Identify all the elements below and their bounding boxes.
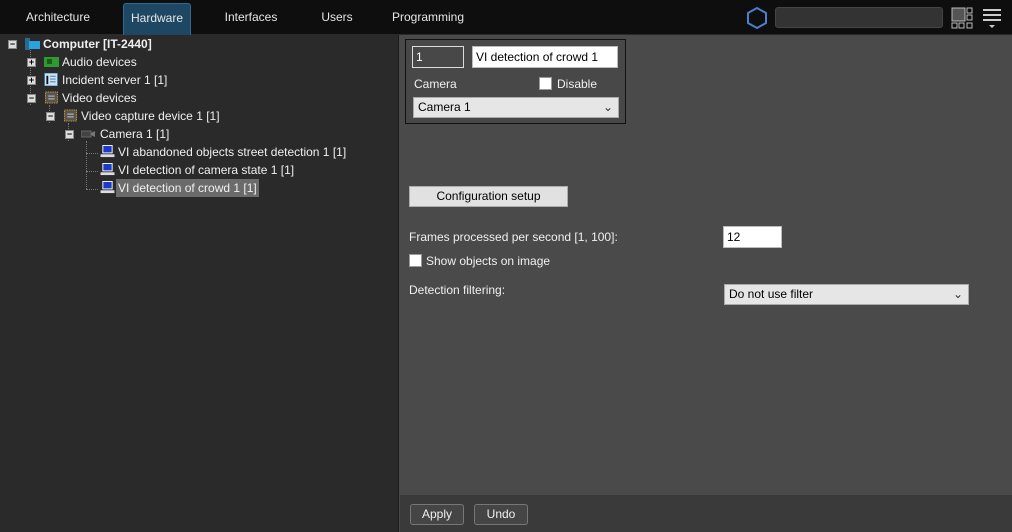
menu-icon[interactable] bbox=[982, 8, 1002, 30]
show-objects-checkbox[interactable] bbox=[409, 254, 422, 267]
tree-item-camera[interactable]: − Camera 1 [1] bbox=[0, 125, 399, 143]
configuration-setup-button[interactable]: Configuration setup bbox=[409, 186, 568, 207]
monitor-icon bbox=[100, 145, 115, 158]
top-nav: Architecture Hardware Interfaces Users P… bbox=[0, 0, 1012, 35]
camera-select[interactable]: Camera 1 ⌄ bbox=[413, 97, 619, 118]
hardware-tree-panel: − Computer [IT-2440] + Audio devices + I… bbox=[0, 35, 399, 532]
detection-filtering-label: Detection filtering: bbox=[409, 283, 506, 297]
expand-toggle[interactable]: + bbox=[27, 58, 36, 67]
tree-item-label: VI detection of camera state 1 [1] bbox=[118, 163, 295, 177]
object-header-panel: Camera Disable Camera 1 ⌄ bbox=[405, 39, 626, 124]
tab-users[interactable]: Users bbox=[310, 3, 364, 35]
disable-checkbox[interactable] bbox=[539, 77, 552, 90]
tree-item-incident-server[interactable]: + Incident server 1 [1] bbox=[0, 71, 399, 89]
tree-item-camera-state[interactable]: VI detection of camera state 1 [1] bbox=[0, 161, 399, 179]
tree-item-label-selected: VI detection of crowd 1 [1] bbox=[116, 179, 259, 197]
search-input[interactable] bbox=[775, 7, 943, 28]
show-objects-label: Show objects on image bbox=[426, 254, 551, 268]
chevron-down-icon: ⌄ bbox=[952, 287, 963, 301]
tree-item-label: Video devices bbox=[62, 91, 137, 105]
collapse-toggle[interactable]: − bbox=[65, 130, 74, 139]
chip-icon bbox=[64, 109, 77, 122]
tree-item-computer[interactable]: − Computer [IT-2440] bbox=[0, 35, 399, 53]
expand-toggle[interactable]: + bbox=[27, 76, 36, 85]
audio-card-icon bbox=[44, 57, 59, 67]
camera-select-value: Camera 1 bbox=[418, 100, 471, 114]
hexagon-logo-icon[interactable] bbox=[746, 6, 768, 30]
server-icon bbox=[44, 73, 58, 86]
collapse-toggle[interactable]: − bbox=[8, 40, 17, 49]
camera-icon bbox=[81, 130, 95, 138]
collapse-toggle[interactable]: − bbox=[46, 112, 55, 121]
tree-item-label: Computer [IT-2440] bbox=[43, 37, 152, 51]
detection-filtering-select[interactable]: Do not use filter ⌄ bbox=[724, 284, 969, 305]
collapse-toggle[interactable]: − bbox=[27, 94, 36, 103]
disable-label: Disable bbox=[557, 77, 598, 91]
tree-item-label: VI abandoned objects street detection 1 … bbox=[118, 145, 347, 159]
fps-field[interactable] bbox=[723, 226, 782, 248]
tree-item-audio-devices[interactable]: + Audio devices bbox=[0, 53, 399, 71]
tree-item-crowd-detection[interactable]: VI detection of crowd 1 [1] bbox=[0, 179, 399, 197]
chevron-down-icon: ⌄ bbox=[602, 100, 613, 114]
detection-filtering-value: Do not use filter bbox=[729, 287, 814, 301]
layout-grid-icon[interactable] bbox=[951, 7, 973, 29]
monitor-icon bbox=[100, 181, 115, 194]
monitor-icon bbox=[100, 163, 115, 176]
tab-programming[interactable]: Programming bbox=[388, 3, 468, 35]
tree-item-abandoned-objects[interactable]: VI abandoned objects street detection 1 … bbox=[0, 143, 399, 161]
tab-hardware[interactable]: Hardware bbox=[123, 3, 191, 35]
tree-item-video-capture-device[interactable]: − Video capture device 1 [1] bbox=[0, 107, 399, 125]
tree-item-video-devices[interactable]: − Video devices bbox=[0, 89, 399, 107]
footer-bar: Apply Undo bbox=[400, 495, 1012, 532]
tree-item-label: Audio devices bbox=[62, 55, 137, 69]
fps-label: Frames processed per second [1, 100]: bbox=[409, 230, 618, 244]
object-name-field[interactable] bbox=[472, 46, 618, 68]
camera-label: Camera bbox=[414, 77, 457, 91]
object-id-field[interactable] bbox=[412, 46, 464, 68]
apply-button[interactable]: Apply bbox=[410, 504, 464, 525]
undo-button[interactable]: Undo bbox=[474, 504, 528, 525]
tree-item-label: Incident server 1 [1] bbox=[62, 73, 168, 87]
tree-item-label: Video capture device 1 [1] bbox=[81, 109, 220, 123]
tree-item-label: Camera 1 [1] bbox=[100, 127, 170, 141]
tab-interfaces[interactable]: Interfaces bbox=[215, 3, 287, 35]
tab-architecture[interactable]: Architecture bbox=[18, 3, 98, 35]
computer-icon bbox=[25, 38, 40, 50]
chip-icon bbox=[45, 91, 58, 104]
